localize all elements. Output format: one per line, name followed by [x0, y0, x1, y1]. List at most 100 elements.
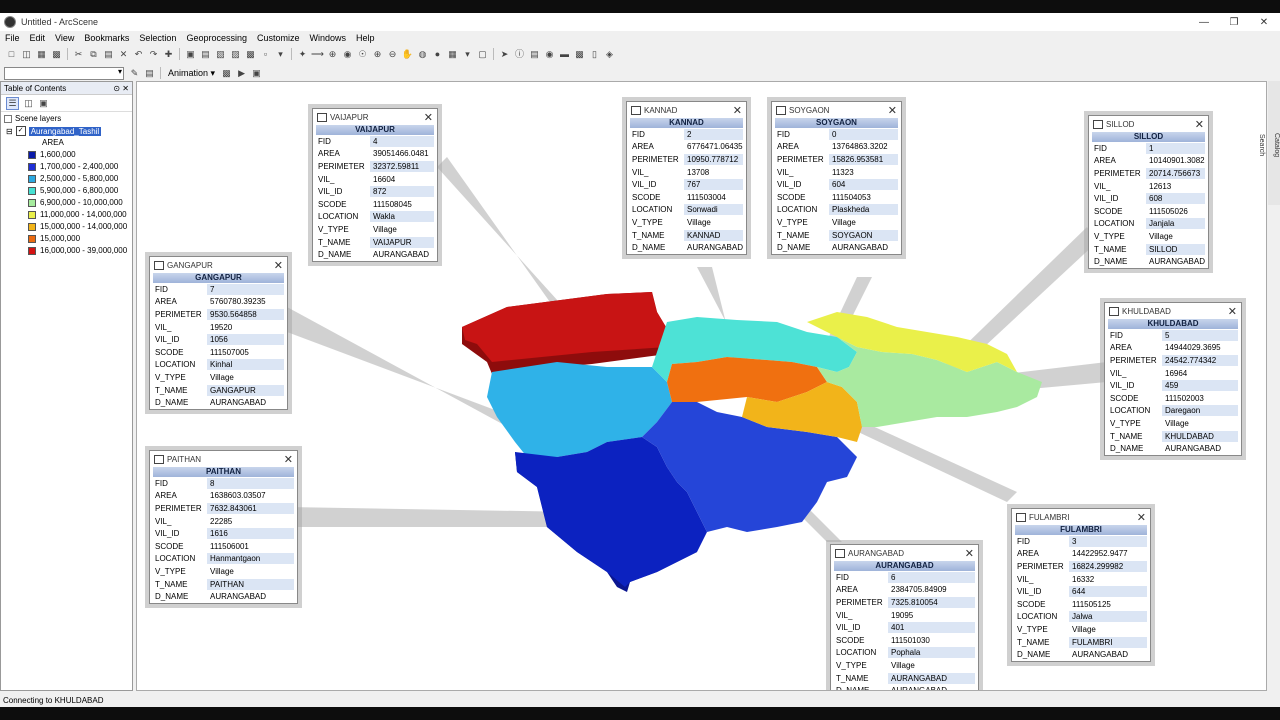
minimize-icon[interactable]: —	[1190, 13, 1218, 31]
new-document-icon[interactable]: □	[6, 49, 17, 60]
model-builder-icon[interactable]: ▫	[260, 49, 271, 60]
legend-item[interactable]: 5,900,000 - 6,800,000	[28, 186, 118, 195]
legend-item[interactable]: 1,700,000 - 2,400,000	[28, 162, 118, 171]
animation-menu[interactable]: Animation ▾	[168, 68, 215, 79]
legend-item[interactable]: 15,000,000	[28, 234, 80, 243]
html-popup-icon[interactable]: ▤	[529, 49, 540, 60]
fly-icon[interactable]: ⟶	[311, 49, 324, 60]
dropdown-arrow-icon[interactable]: ▾	[275, 49, 286, 60]
zoom-in-icon[interactable]: ⊕	[372, 49, 383, 60]
identify-popup-kannad[interactable]: KANNAD ✕ KANNAD FID 2 AREA 6776471.06435 PERIME…	[626, 101, 747, 255]
popup-titlebar[interactable]: PAITHAN ✕	[150, 451, 297, 467]
find-binoculars-icon[interactable]: ◉	[544, 49, 555, 60]
popup-close-icon[interactable]: ✕	[1228, 305, 1237, 318]
select-pointer-icon[interactable]: ➤	[499, 49, 510, 60]
identify-popup-paithan[interactable]: PAITHAN ✕ PAITHAN FID 8 AREA 1638603.03507 PERI…	[149, 450, 298, 604]
measure-icon[interactable]: ▬	[559, 49, 570, 60]
play-animation-icon[interactable]: ▶	[236, 68, 247, 79]
3d-effects-icon[interactable]: ◈	[604, 49, 615, 60]
menu-windows[interactable]: Windows	[305, 33, 352, 43]
visibility-checkbox[interactable]: ✓	[15, 126, 26, 136]
popup-close-icon[interactable]: ✕	[965, 547, 974, 560]
perspective-icon[interactable]: ▦	[447, 49, 458, 60]
cut-icon[interactable]: ✂	[73, 49, 84, 60]
full-extent-icon[interactable]: ◍	[417, 49, 428, 60]
popup-close-icon[interactable]: ✕	[888, 104, 897, 117]
list-by-visibility-icon[interactable]: ▣	[38, 98, 49, 109]
legend-item[interactable]: 15,000,000 - 14,000,000	[28, 222, 127, 231]
save-icon[interactable]: ▦	[36, 49, 47, 60]
scene-properties-icon[interactable]: ▤	[200, 49, 211, 60]
identify-popup-fulambri[interactable]: FULAMBRI ✕ FULAMBRI FID 3 AREA 14422952.9477 PE…	[1011, 508, 1151, 662]
collapse-icon[interactable]: ⊟	[6, 127, 13, 136]
python-window-icon[interactable]: ▩	[245, 49, 256, 60]
edit-tool-icon[interactable]: ✎	[129, 68, 140, 79]
identify-popup-sillod[interactable]: SILLOD ✕ SILLOD FID 1 AREA 10140901.3082 PERIME…	[1088, 115, 1209, 269]
layer-name[interactable]: Aurangabad_Tashil	[28, 126, 102, 136]
popup-titlebar[interactable]: KHULDABAD ✕	[1105, 303, 1241, 319]
navigate-icon[interactable]: ✦	[297, 49, 308, 60]
identify-popup-soygaon[interactable]: SOYGAON ✕ SOYGAON FID 0 AREA 13764863.3202 PERI…	[771, 101, 902, 255]
scale-tool-icon[interactable]: ▤	[144, 68, 155, 79]
redo-icon[interactable]: ↷	[148, 49, 159, 60]
legend-item[interactable]: 11,000,000 - 14,000,000	[28, 210, 127, 219]
popup-close-icon[interactable]: ✕	[284, 453, 293, 466]
animation-manager-icon[interactable]: ▩	[574, 49, 585, 60]
identify-popup-gangapur[interactable]: GANGAPUR ✕ GANGAPUR FID 7 AREA 5760780.39235 PE…	[149, 256, 288, 410]
globe-icon[interactable]: ●	[432, 49, 443, 60]
animation-controls-icon[interactable]: ▣	[251, 68, 262, 79]
legend-item[interactable]: 1,600,000	[28, 150, 76, 159]
identify-popup-aurangabad[interactable]: AURANGABAD ✕ AURANGABAD FID 6 AREA 2384705.849…	[830, 544, 979, 690]
menu-selection[interactable]: Selection	[134, 33, 181, 43]
popup-close-icon[interactable]: ✕	[1137, 511, 1146, 524]
scene-layers-node[interactable]: Scene layers	[4, 114, 61, 123]
popup-close-icon[interactable]: ✕	[274, 259, 283, 272]
clear-selection-icon[interactable]: ▢	[477, 49, 488, 60]
menu-view[interactable]: View	[50, 33, 79, 43]
legend-item[interactable]: 16,000,000 - 39,000,000	[28, 246, 127, 255]
list-by-source-icon[interactable]: ◫	[23, 98, 34, 109]
copy-icon[interactable]: ⧉	[88, 49, 99, 60]
paste-icon[interactable]: ▤	[103, 49, 114, 60]
add-data-icon[interactable]: ✚	[163, 49, 174, 60]
scene-layer-icon[interactable]: ▯	[589, 49, 600, 60]
identify-popup-khuldabad[interactable]: KHULDABAD ✕ KHULDABAD FID 5 AREA 14944029.3695…	[1104, 302, 1242, 456]
popup-titlebar[interactable]: SOYGAON ✕	[772, 102, 901, 118]
popup-titlebar[interactable]: SILLOD ✕	[1089, 116, 1208, 132]
popup-close-icon[interactable]: ✕	[733, 104, 742, 117]
popup-titlebar[interactable]: GANGAPUR ✕	[150, 257, 287, 273]
capture-view-icon[interactable]: ▩	[221, 68, 232, 79]
popup-titlebar[interactable]: VAIJAPUR ✕	[313, 109, 437, 125]
toc-pin-close-icon[interactable]: ⊙ ✕	[113, 84, 129, 93]
pan-hand-icon[interactable]: ✋	[402, 49, 413, 60]
identify-popup-vaijapur[interactable]: VAIJAPUR ✕ VAIJAPUR FID 4 AREA 39051466.0481 PE…	[312, 108, 438, 262]
layout-icon[interactable]: ▣	[185, 49, 196, 60]
popup-close-icon[interactable]: ✕	[1195, 118, 1204, 131]
catalog-tab[interactable]: Catalog	[1273, 133, 1280, 157]
menu-file[interactable]: File	[0, 33, 25, 43]
identify-icon[interactable]: ⓘ	[514, 49, 525, 60]
layer-node[interactable]: ⊟ ✓ Aurangabad_Tashil	[6, 126, 102, 136]
list-by-drawing-order-icon[interactable]: ☰	[6, 96, 19, 110]
search-tab[interactable]: Search	[1258, 134, 1265, 156]
maximize-icon[interactable]: ❐	[1220, 13, 1248, 31]
zoom-to-target-icon[interactable]: ◉	[342, 49, 353, 60]
menu-edit[interactable]: Edit	[25, 33, 51, 43]
close-window-icon[interactable]: ✕	[1250, 13, 1278, 31]
menu-help[interactable]: Help	[351, 33, 380, 43]
legend-item[interactable]: 2,500,000 - 5,800,000	[28, 174, 118, 183]
center-target-icon[interactable]: ⊕	[327, 49, 338, 60]
dropdown-arrow-icon[interactable]: ▾	[462, 49, 473, 60]
popup-close-icon[interactable]: ✕	[424, 111, 433, 124]
catalog-window-icon[interactable]: ▨	[230, 49, 241, 60]
3d-scene-view[interactable]: VAIJAPUR ✕ VAIJAPUR FID 4 AREA 39051466.0481 PE…	[136, 81, 1267, 691]
popup-titlebar[interactable]: KANNAD ✕	[627, 102, 746, 118]
set-observer-icon[interactable]: ☉	[357, 49, 368, 60]
legend-item[interactable]: 6,900,000 - 10,000,000	[28, 198, 123, 207]
menu-customize[interactable]: Customize	[252, 33, 305, 43]
open-folder-icon[interactable]: ◫	[21, 49, 32, 60]
zoom-out-icon[interactable]: ⊖	[387, 49, 398, 60]
undo-icon[interactable]: ↶	[133, 49, 144, 60]
menu-bookmarks[interactable]: Bookmarks	[79, 33, 134, 43]
layer-dropdown[interactable]: ▾	[4, 66, 124, 80]
